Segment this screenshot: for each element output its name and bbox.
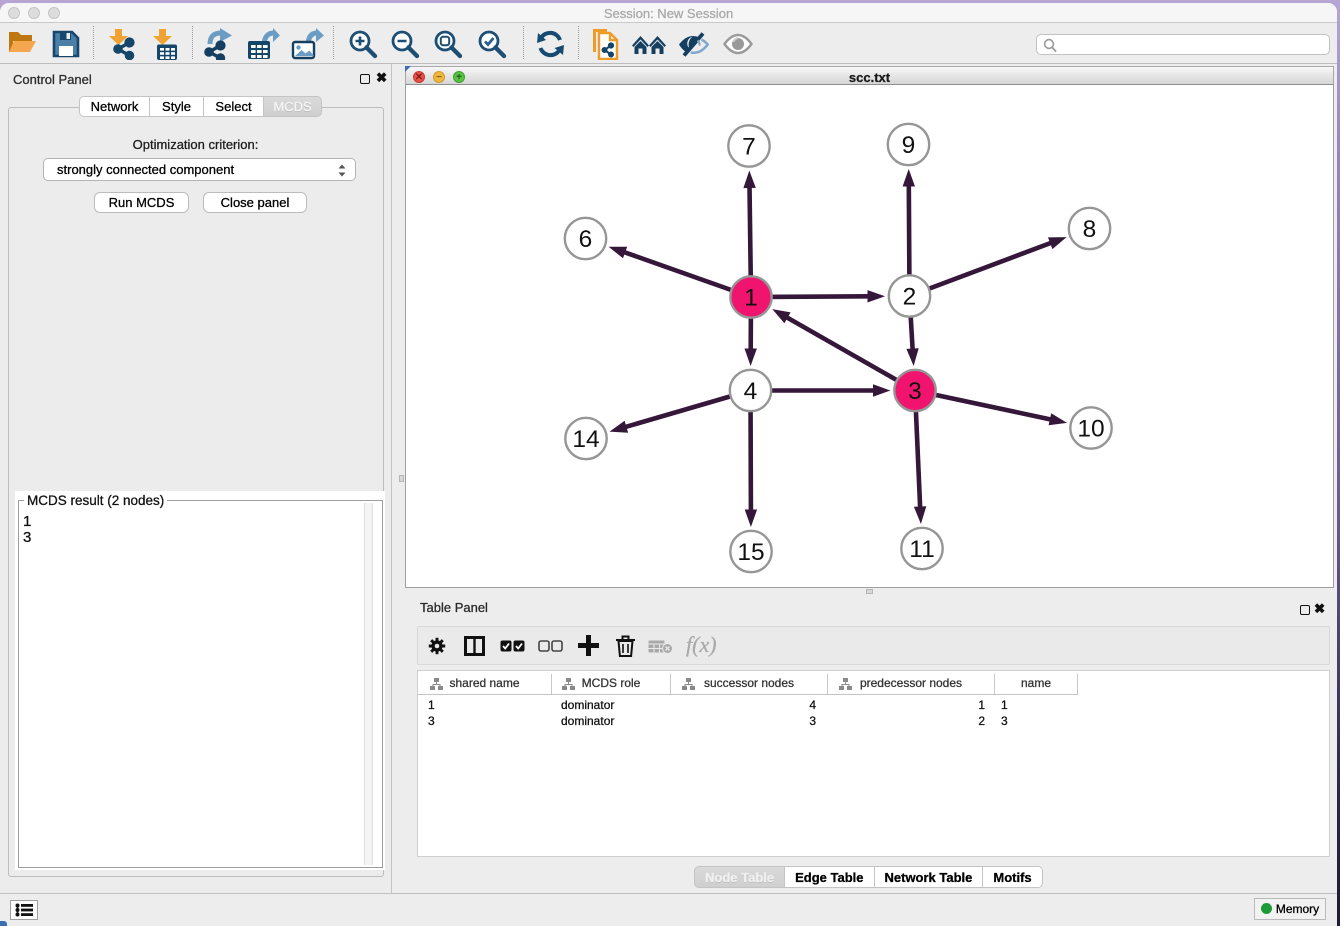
svg-text:4: 4	[744, 378, 758, 405]
svg-text:10: 10	[1077, 416, 1104, 443]
svg-text:6: 6	[579, 226, 593, 253]
svg-text:7: 7	[742, 134, 756, 161]
svg-text:9: 9	[902, 132, 916, 159]
svg-text:2: 2	[903, 284, 917, 311]
svg-text:8: 8	[1083, 216, 1097, 243]
svg-text:1: 1	[744, 285, 758, 312]
svg-text:15: 15	[737, 539, 764, 566]
svg-text:11: 11	[909, 536, 934, 563]
svg-text:3: 3	[908, 378, 922, 405]
svg-text:14: 14	[572, 426, 599, 453]
